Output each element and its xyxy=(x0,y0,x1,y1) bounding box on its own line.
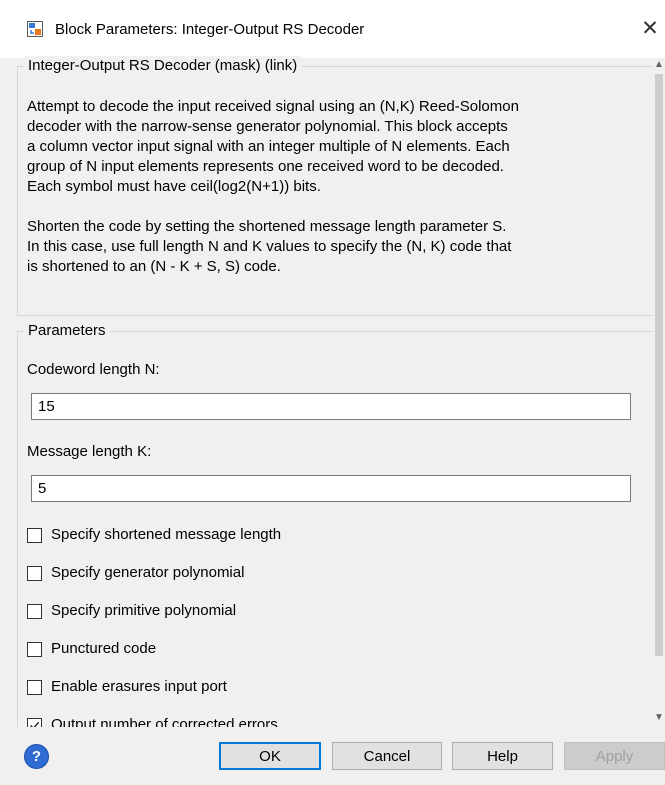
description-line: is shortened to an (N - K + S, S) code. xyxy=(27,258,281,275)
checkbox-label: Specify primitive polynomial xyxy=(51,602,237,619)
ok-button[interactable]: OK xyxy=(219,742,321,770)
description-line: Shorten the code by setting the shortene… xyxy=(27,218,507,235)
window-title: Block Parameters: Integer-Output RS Deco… xyxy=(55,21,365,38)
cancel-button[interactable]: Cancel xyxy=(332,742,442,770)
checkbox-unchecked-icon[interactable] xyxy=(27,642,42,657)
vertical-scrollbar[interactable]: ▲ ▼ xyxy=(653,58,665,727)
codeword-length-label: Codeword length N: xyxy=(27,361,160,378)
description-line: decoder with the narrow-sense generator … xyxy=(27,118,508,135)
message-length-label: Message length K: xyxy=(27,443,152,460)
checkbox-label: Specify shortened message length xyxy=(51,526,282,543)
block-parameters-dialog: Block Parameters: Integer-Output RS Deco… xyxy=(0,0,665,785)
scrollbar-thumb[interactable] xyxy=(655,74,663,656)
description-paragraph-2: Shorten the code by setting the shortene… xyxy=(27,217,665,277)
apply-button[interactable]: Apply xyxy=(564,742,665,770)
checkbox-unchecked-icon[interactable] xyxy=(27,680,42,695)
description-line: a column vector input signal with an int… xyxy=(27,138,510,155)
scroll-up-arrow-icon[interactable]: ▲ xyxy=(653,58,665,72)
description-line: Each symbol must have ceil(log2(N+1)) bi… xyxy=(27,178,321,195)
checkbox-unchecked-icon[interactable] xyxy=(27,528,42,543)
description-line: group of N input elements represents one… xyxy=(27,158,504,175)
checkbox-label: Specify generator polynomial xyxy=(51,564,245,581)
dialog-footer: ? OK Cancel Help Apply xyxy=(0,727,665,785)
checkbox-label: Punctured code xyxy=(51,640,157,657)
checkbox-unchecked-icon[interactable] xyxy=(27,566,42,581)
description-text: Attempt to decode the input received sig… xyxy=(27,97,665,297)
simulink-block-icon xyxy=(27,21,43,37)
help-question-icon[interactable]: ? xyxy=(24,744,49,769)
help-button[interactable]: Help xyxy=(452,742,553,770)
close-icon[interactable]: ✕ xyxy=(636,14,664,46)
title-bar[interactable]: Block Parameters: Integer-Output RS Deco… xyxy=(0,0,665,58)
codeword-length-input[interactable] xyxy=(31,393,631,420)
description-group: Integer-Output RS Decoder (mask) (link) … xyxy=(17,56,665,316)
checkbox-unchecked-icon[interactable] xyxy=(27,604,42,619)
scroll-down-arrow-icon[interactable]: ▼ xyxy=(653,711,665,725)
description-line: In this case, use full length N and K va… xyxy=(27,238,512,255)
description-group-title: Integer-Output RS Decoder (mask) (link) xyxy=(24,56,302,76)
dialog-content: Integer-Output RS Decoder (mask) (link) … xyxy=(0,56,665,753)
description-line: Attempt to decode the input received sig… xyxy=(27,98,519,115)
message-length-input[interactable] xyxy=(31,475,631,502)
description-paragraph-1: Attempt to decode the input received sig… xyxy=(27,97,665,197)
checkbox-label: Enable erasures input port xyxy=(51,678,227,695)
parameters-group: Parameters Codeword length N: Message le… xyxy=(17,321,665,753)
parameters-group-title: Parameters xyxy=(24,321,110,341)
